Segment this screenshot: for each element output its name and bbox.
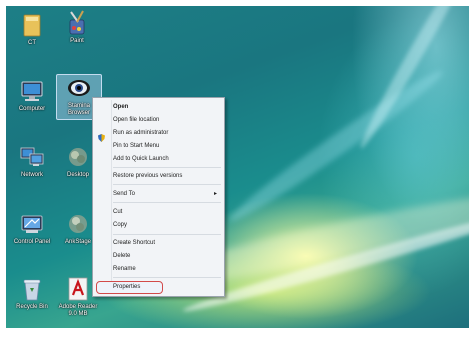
recycle-bin-icon (19, 276, 45, 302)
desktop-icon-recycle-bin[interactable]: Recycle Bin (10, 276, 54, 311)
menu-item-restore-previous-versions[interactable]: Restore previous versions (113, 171, 220, 181)
wallpaper-streak (223, 63, 449, 229)
blurred-app-icon (65, 211, 91, 237)
desktop-icon-label: Adobe Reader 9.0 MB (58, 304, 98, 317)
desktop: CT Paint Computer Stamina Browser Networ… (6, 6, 469, 328)
paint-icon (64, 10, 90, 36)
blurred-app-icon (65, 144, 91, 170)
menu-item-create-shortcut[interactable]: Create Shortcut (113, 238, 220, 248)
menu-item-add-to-quick-launch[interactable]: Add to Quick Launch (113, 154, 220, 164)
desktop-icon-label: Paint (70, 38, 84, 44)
desktop-icon-label: Desktop (66, 172, 89, 178)
menu-item-cut[interactable]: Cut (113, 207, 220, 217)
wallpaper-streak (354, 6, 469, 152)
menu-item-send-to[interactable]: Send To ▸ (113, 189, 220, 199)
desktop-icon-network[interactable]: Network (10, 144, 54, 179)
menu-separator (113, 202, 221, 203)
menu-item-open-file-location[interactable]: Open file location (113, 115, 220, 125)
screenshot: CT Paint Computer Stamina Browser Networ… (0, 0, 475, 337)
menu-item-copy[interactable]: Copy (113, 220, 220, 230)
menu-item-rename[interactable]: Rename (113, 264, 220, 274)
uac-shield-icon (98, 134, 105, 142)
desktop-icon-ct[interactable]: CT (10, 12, 54, 47)
desktop-icon-computer[interactable]: Computer (10, 78, 54, 113)
submenu-arrow-icon: ▸ (213, 191, 217, 197)
desktop-icon-label: CT (28, 40, 36, 46)
network-icon (19, 144, 45, 170)
menu-item-pin-to-start-menu[interactable]: Pin to Start Menu (113, 141, 220, 151)
menu-item-label: Send To (113, 191, 135, 197)
menu-item-properties[interactable]: Properties (113, 282, 220, 292)
menu-separator (113, 184, 221, 185)
menu-item-delete[interactable]: Delete (113, 251, 220, 261)
desktop-icon-label: AnkStage (64, 239, 92, 245)
desktop-icon-control-panel[interactable]: Control Panel (10, 211, 54, 246)
folder-icon (19, 12, 45, 38)
desktop-icon-label: Network (20, 172, 43, 178)
menu-separator (113, 167, 221, 168)
adobe-reader-icon (65, 276, 91, 302)
desktop-icon-label: Computer (18, 106, 46, 112)
menu-separator (113, 277, 221, 278)
desktop-icon-label: Control Panel (13, 239, 51, 245)
menu-item-run-as-administrator[interactable]: Run as administrator (113, 128, 220, 138)
eye-app-icon (66, 75, 92, 101)
menu-item-open[interactable]: Open (113, 102, 220, 112)
desktop-icon-paint[interactable]: Paint (55, 10, 99, 45)
computer-icon (19, 78, 45, 104)
desktop-icon-label: Recycle Bin (16, 304, 48, 310)
control-panel-icon (19, 211, 45, 237)
context-menu: Open Open file location Run as administr… (92, 97, 225, 297)
menu-separator (113, 234, 221, 235)
